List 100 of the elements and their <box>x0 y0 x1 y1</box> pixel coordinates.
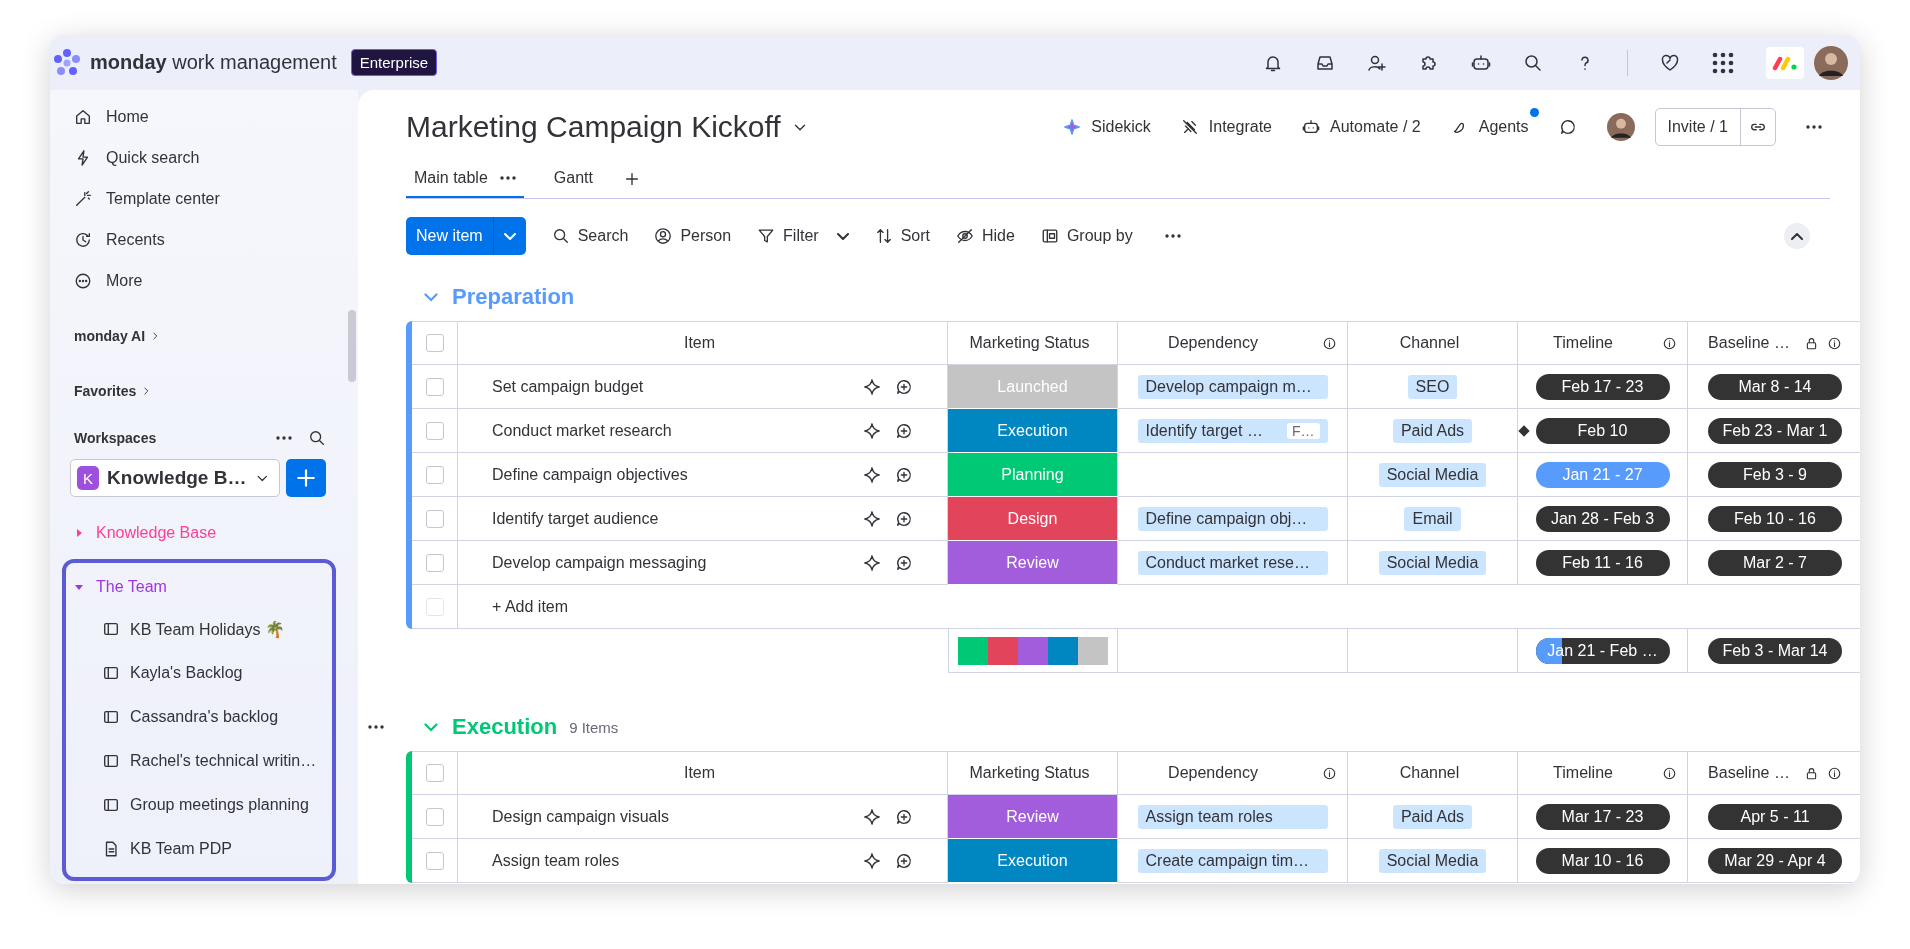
view-tab[interactable]: Main table <box>406 160 524 198</box>
board-item[interactable]: Rachel's technical writin… <box>74 739 328 783</box>
dependency-chip[interactable]: Create campaign tim… <box>1137 848 1328 873</box>
section-link[interactable]: Favorites <box>74 371 358 411</box>
checkbox[interactable] <box>425 851 444 870</box>
item-name[interactable]: Identify target audience <box>458 497 828 541</box>
new-item-button[interactable]: New item <box>406 217 494 255</box>
action-button[interactable]: Sidekick <box>1063 108 1161 136</box>
checkbox[interactable] <box>425 509 444 528</box>
column-header[interactable]: Channel <box>1348 321 1518 365</box>
toolbar-button[interactable]: Group by <box>1040 227 1133 245</box>
item-name[interactable]: Conduct market research <box>458 409 828 453</box>
nav-item[interactable]: Quick search <box>74 137 358 178</box>
dependency-chip[interactable]: Assign team roles <box>1137 804 1328 829</box>
action-button[interactable]: Agents <box>1450 108 1539 136</box>
view-tab[interactable]: Gantt <box>545 160 601 198</box>
item-name[interactable]: Set campaign budget <box>458 365 828 409</box>
timeline-pill[interactable]: Feb 11 - 16 <box>1535 549 1670 576</box>
channel-tag[interactable]: Paid Ads <box>1392 804 1473 829</box>
dependency-chip[interactable]: Define campaign obj… <box>1137 506 1328 531</box>
column-header[interactable]: Dependency <box>1118 321 1348 365</box>
chevron-icon[interactable] <box>424 292 438 302</box>
channel-tag[interactable]: Paid Ads <box>1392 418 1473 443</box>
column-header[interactable]: Channel <box>1348 751 1518 795</box>
column-header[interactable]: Baseline … <box>1688 321 1860 365</box>
more-icon[interactable] <box>1806 125 1822 129</box>
timeline-pill[interactable]: Feb 17 - 23 <box>1535 373 1670 400</box>
timeline-pill[interactable]: Feb 10 <box>1535 417 1670 444</box>
board-item[interactable]: Group meetings planning <box>74 783 328 827</box>
channel-tag[interactable]: SEO <box>1407 374 1458 399</box>
channel-tag[interactable]: Social Media <box>1378 848 1487 873</box>
baseline-pill[interactable]: Mar 29 - Apr 4 <box>1708 847 1842 874</box>
scroll-bar[interactable] <box>348 310 356 382</box>
status-label[interactable]: Design <box>948 497 1118 541</box>
status-label[interactable]: Review <box>948 541 1118 585</box>
dependency-chip[interactable]: Identify target … F… <box>1137 418 1328 443</box>
checkbox[interactable] <box>425 377 444 396</box>
column-header[interactable]: Timeline <box>1518 751 1688 795</box>
nav-item[interactable]: Home <box>74 96 358 137</box>
more-icon[interactable] <box>276 436 292 440</box>
item-name[interactable]: Define campaign objectives <box>458 453 828 497</box>
board-title[interactable]: Marketing Campaign Kickoff <box>406 110 781 144</box>
checkbox[interactable] <box>425 421 444 440</box>
board-item[interactable]: Kayla's Backlog <box>74 651 328 695</box>
table-cell[interactable] <box>1118 453 1348 497</box>
item-name[interactable]: Assign team roles <box>458 839 828 883</box>
channel-tag[interactable]: Social Media <box>1378 550 1487 575</box>
baseline-pill[interactable]: Feb 10 - 16 <box>1708 505 1842 532</box>
column-header[interactable]: Timeline <box>1518 321 1688 365</box>
toolbar-button[interactable]: Sort <box>874 227 930 245</box>
section-link[interactable]: monday AI <box>74 316 358 356</box>
workspace-dropdown[interactable]: K Knowledge B… <box>70 459 280 497</box>
chevron-icon[interactable] <box>424 722 438 732</box>
status-label[interactable]: Execution <box>948 409 1118 453</box>
checkbox[interactable] <box>425 553 444 572</box>
group-menu-icon[interactable] <box>368 725 384 729</box>
folder-item[interactable]: The Team <box>74 567 328 607</box>
timeline-pill[interactable]: Mar 10 - 16 <box>1535 847 1670 874</box>
baseline-pill[interactable]: Apr 5 - 11 <box>1708 803 1842 830</box>
item-name[interactable]: Develop campaign messaging <box>458 541 828 585</box>
avatar[interactable] <box>1814 45 1848 80</box>
toolbar-button[interactable]: Person <box>654 227 732 245</box>
nav-item[interactable]: More <box>74 260 358 301</box>
extra-chip[interactable]: F… <box>1286 422 1320 439</box>
baseline-pill[interactable]: Feb 3 - 9 <box>1708 461 1842 488</box>
toolbar-button[interactable]: Filter <box>757 227 849 245</box>
nav-item[interactable]: Recents <box>74 219 358 260</box>
baseline-pill[interactable]: Mar 8 - 14 <box>1708 373 1842 400</box>
collapse-button[interactable] <box>1784 223 1810 249</box>
dependency-chip[interactable]: Develop campaign m… <box>1137 374 1328 399</box>
checkbox[interactable] <box>425 465 444 484</box>
baseline-pill[interactable]: Mar 2 - 7 <box>1708 549 1842 576</box>
toolbar-button[interactable]: Hide <box>956 227 1015 245</box>
column-header[interactable]: Item <box>458 321 948 365</box>
action-button[interactable]: Integrate <box>1180 108 1282 136</box>
add-button[interactable] <box>286 459 326 497</box>
timeline-pill[interactable]: Jan 28 - Feb 3 <box>1535 505 1670 532</box>
status-label[interactable]: Review <box>948 795 1118 839</box>
action-button[interactable]: Automate / 2 <box>1302 108 1431 136</box>
apps-icon[interactable] <box>1712 51 1734 74</box>
board-item[interactable]: KB Team Holidays 🌴 <box>74 607 328 651</box>
timeline-pill[interactable]: Mar 17 - 23 <box>1535 803 1670 830</box>
avatar[interactable] <box>1606 113 1635 141</box>
checkbox[interactable] <box>425 807 444 826</box>
channel-tag[interactable]: Social Media <box>1378 462 1487 487</box>
dependency-chip[interactable]: Conduct market rese… <box>1137 550 1328 575</box>
column-header[interactable]: Item <box>458 751 948 795</box>
checkbox[interactable] <box>425 764 444 782</box>
more-icon[interactable] <box>1164 234 1181 238</box>
more-icon[interactable] <box>499 176 516 180</box>
board-item[interactable]: KB Team PDP <box>74 827 328 871</box>
item-name[interactable]: Design campaign visuals <box>458 795 828 839</box>
status-label[interactable]: Execution <box>948 839 1118 883</box>
channel-tag[interactable]: Email <box>1404 506 1461 531</box>
dropdown-button[interactable] <box>493 217 526 255</box>
board-item[interactable]: Cassandra's backlog <box>74 695 328 739</box>
nav-item[interactable]: Template center <box>74 178 358 219</box>
checkbox[interactable] <box>425 334 444 352</box>
toolbar-button[interactable]: Search <box>551 227 629 245</box>
column-header[interactable]: Baseline … <box>1688 751 1860 795</box>
